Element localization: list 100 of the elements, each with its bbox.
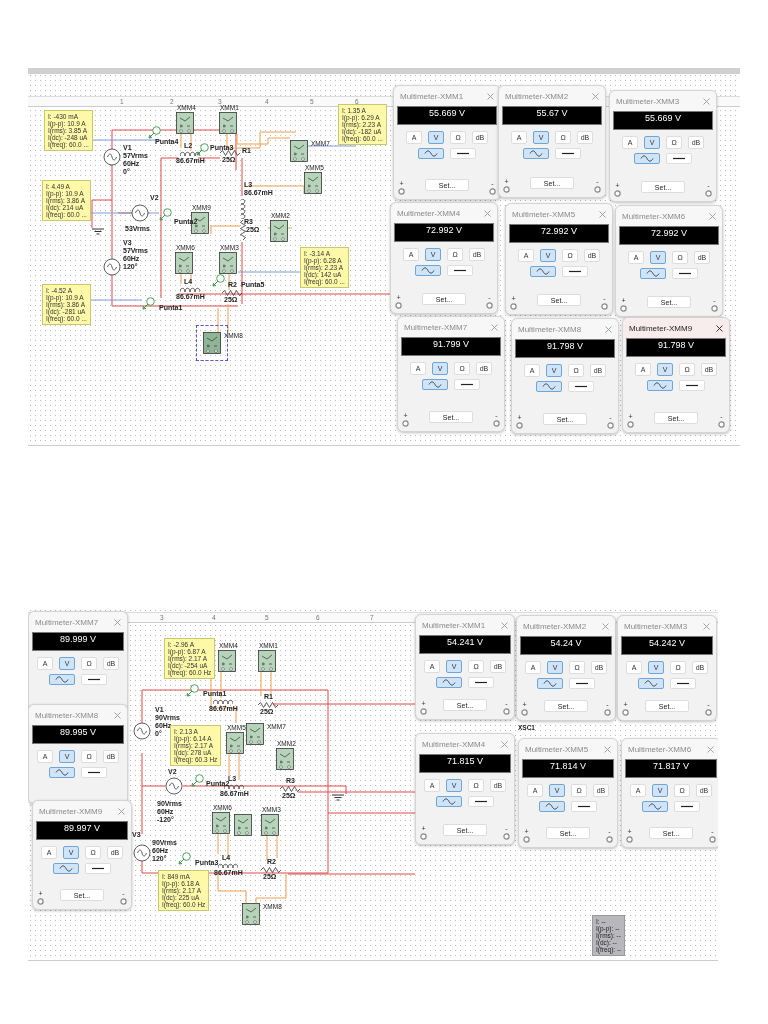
reading-display: 91.799 V	[401, 337, 501, 356]
reading-display: 89.997 V	[36, 821, 128, 840]
sine-wave-icon	[59, 865, 73, 872]
window-title: Multimeter-XMM1	[400, 91, 464, 101]
reading-display: 54.24 V	[520, 636, 612, 655]
sine-wave-icon	[640, 155, 654, 162]
line-icon	[577, 803, 591, 810]
probe-icon	[148, 126, 161, 139]
probe-icon	[178, 852, 191, 865]
reading-display: 89.999 V	[32, 632, 124, 651]
sine-wave-icon	[55, 676, 69, 683]
probe-icon	[212, 274, 225, 287]
dc-button[interactable]	[562, 266, 588, 277]
sine-wave-icon	[653, 382, 667, 389]
dc-button[interactable]	[674, 801, 700, 812]
ground-icon	[332, 794, 344, 801]
ac-button[interactable]	[523, 148, 549, 159]
window-title: Multimeter-XMM8	[35, 710, 99, 720]
sine-wave-icon	[529, 150, 543, 157]
ac-button[interactable]	[640, 268, 666, 279]
ac-button[interactable]	[638, 678, 664, 689]
line-icon	[672, 155, 686, 162]
window-title: Multimeter-XMM3	[624, 621, 688, 631]
probe-icon	[186, 684, 199, 697]
ac-button[interactable]	[530, 266, 556, 277]
reading-display: 91.798 V	[515, 339, 615, 358]
dc-button[interactable]	[450, 148, 476, 159]
window-title: Multimeter-XMM7	[404, 322, 468, 332]
dc-button[interactable]	[571, 801, 597, 812]
dc-button[interactable]	[555, 148, 581, 159]
line-icon	[456, 150, 470, 157]
dc-button[interactable]	[568, 381, 594, 392]
reading-display: 71.817 V	[625, 759, 717, 778]
ac-button[interactable]	[422, 379, 448, 390]
terminal-icon	[607, 422, 614, 429]
sine-wave-icon	[442, 679, 456, 686]
terminal-icon	[626, 836, 633, 843]
window-title: Multimeter-XMM7	[35, 617, 99, 627]
window-title: Multimeter-XMM8	[518, 324, 582, 334]
window-title: Multimeter-XMM9	[629, 323, 693, 333]
ac-button[interactable]	[537, 678, 563, 689]
line-icon	[474, 798, 488, 805]
terminal-icon	[510, 303, 517, 310]
line-icon	[453, 267, 467, 274]
window-title: Multimeter-XMM4	[422, 739, 486, 749]
ac-button[interactable]	[415, 265, 441, 276]
ac-button[interactable]	[418, 148, 444, 159]
reading-display: 55.669 V	[613, 111, 713, 130]
terminal-icon	[601, 303, 608, 310]
reading-display: 54.242 V	[621, 636, 713, 655]
reading-display: 91.798 V	[626, 338, 726, 357]
dc-button[interactable]	[666, 153, 692, 164]
reading-display: 71.815 V	[419, 754, 511, 773]
window-title: Multimeter-XMM1	[422, 620, 486, 630]
dc-button[interactable]	[447, 265, 473, 276]
sine-wave-icon	[545, 803, 559, 810]
terminal-icon	[516, 422, 523, 429]
ac-button[interactable]	[647, 380, 673, 391]
ac-button[interactable]	[642, 801, 668, 812]
ac-button[interactable]	[536, 381, 562, 392]
dc-button[interactable]	[679, 380, 705, 391]
window-title: Multimeter-XMM5	[525, 744, 589, 754]
window-title: Multimeter-XMM4	[397, 208, 461, 218]
dc-button[interactable]	[81, 767, 107, 778]
dc-button[interactable]	[468, 796, 494, 807]
ac-button[interactable]	[436, 796, 462, 807]
line-icon	[87, 769, 101, 776]
close-icon[interactable]	[716, 324, 723, 332]
window-title: Multimeter-XMM9	[39, 806, 103, 816]
ac-button[interactable]	[49, 767, 75, 778]
line-icon	[91, 865, 105, 872]
sine-wave-icon	[646, 270, 660, 277]
reading-display: 71.814 V	[522, 759, 614, 778]
line-icon	[574, 383, 588, 390]
ac-button[interactable]	[436, 677, 462, 688]
sine-wave-icon	[542, 383, 556, 390]
reading-display: 55.67 V	[502, 106, 602, 125]
ac-button[interactable]	[539, 801, 565, 812]
reading-display: 72.992 V	[394, 223, 494, 242]
ac-button[interactable]	[634, 153, 660, 164]
ac-source-icon	[133, 722, 151, 740]
terminal-icon	[486, 302, 493, 309]
dc-button[interactable]	[468, 677, 494, 688]
window-title: Multimeter-XMM2	[505, 91, 569, 101]
dc-button[interactable]	[85, 863, 111, 874]
dc-button[interactable]	[569, 678, 595, 689]
sine-wave-icon	[648, 803, 662, 810]
terminal-icon	[493, 420, 500, 427]
dc-button[interactable]	[454, 379, 480, 390]
dc-button[interactable]	[81, 674, 107, 685]
ac-button[interactable]	[53, 863, 79, 874]
terminal-icon	[622, 709, 629, 716]
wire	[241, 157, 243, 197]
window-title: Multimeter-XMM6	[628, 744, 692, 754]
terminal-icon	[420, 708, 427, 715]
probe-icon	[191, 774, 204, 787]
terminal-icon	[594, 186, 601, 193]
dc-button[interactable]	[672, 268, 698, 279]
dc-button[interactable]	[670, 678, 696, 689]
ac-button[interactable]	[49, 674, 75, 685]
